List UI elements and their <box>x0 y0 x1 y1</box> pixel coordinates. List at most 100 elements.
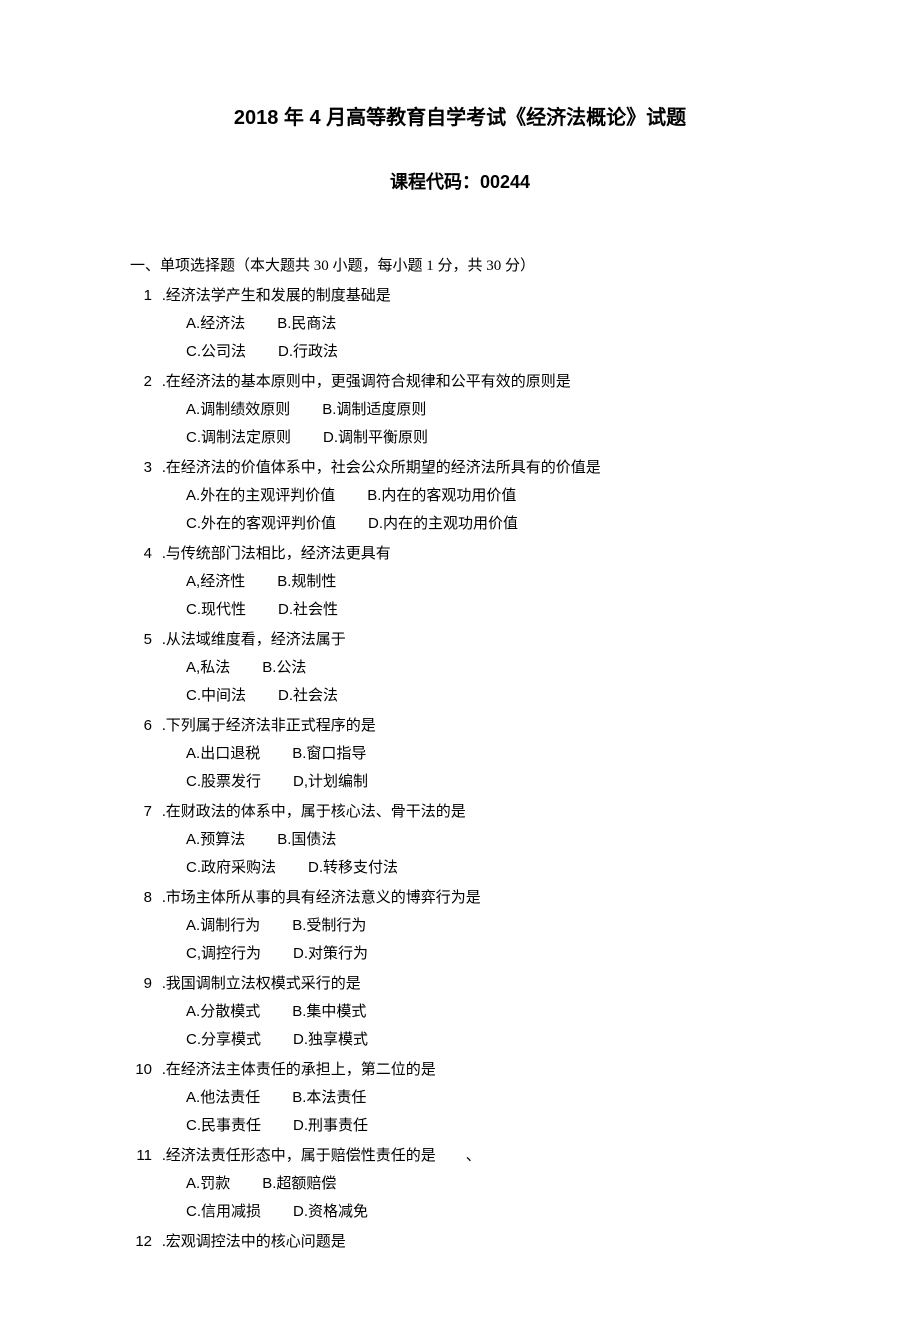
option-label: C. <box>186 687 201 704</box>
option: B.国债法 <box>277 826 336 854</box>
option: B.公法 <box>262 654 306 682</box>
option-label: C. <box>186 1031 201 1048</box>
option-row: C.调制法定原则D.调制平衡原则 <box>186 424 790 452</box>
option-row: A.他法责任B.本法责任 <box>186 1084 790 1112</box>
option-text: 本法责任 <box>306 1090 366 1106</box>
option: D.行政法 <box>278 338 338 366</box>
option-row: C,调控行为 D.对策行为 <box>186 940 790 968</box>
option-label: D. <box>278 343 293 360</box>
option: B.民商法 <box>277 310 336 338</box>
option-row: C.公司法D.行政法 <box>186 338 790 366</box>
question-line: 2.在经济法的基本原则中，更强调符合规律和公平有效的原则是 <box>130 368 790 396</box>
option-text: 计划编制 <box>308 774 368 790</box>
option: C.中间法 <box>186 682 246 710</box>
option-text: 分享模式 <box>201 1032 261 1048</box>
option: A.调制行为 <box>186 912 260 940</box>
question-line: 4.与传统部门法相比，经济法更具有 <box>130 540 790 568</box>
option-text: 政府采购法 <box>201 860 276 876</box>
option-label: D. <box>293 1117 308 1134</box>
question-7: 7.在财政法的体系中，属于核心法、骨干法的是A.预算法B.国债法C.政府采购法D… <box>130 798 790 882</box>
question-number: 9 <box>130 970 152 997</box>
option-label: D. <box>308 859 323 876</box>
option-text: 中间法 <box>201 688 246 704</box>
option: D.转移支付法 <box>308 854 398 882</box>
option-label: A. <box>186 745 200 762</box>
option-label: A. <box>186 487 200 504</box>
option: B.超额赔偿 <box>262 1170 336 1198</box>
question-stem: .我国调制立法权模式采行的是 <box>162 971 790 998</box>
option-row: A,私法B.公法 <box>186 654 790 682</box>
question-options: A.外在的主观评判价值B.内在的客观功用价值C.外在的客观评判价值D.内在的主观… <box>186 482 790 538</box>
question-options: A,经济性B.规制性C.现代性D.社会性 <box>186 568 790 624</box>
question-stem: .从法域维度看，经济法属于 <box>162 627 790 654</box>
option-row: C.分享模式 D.独享模式 <box>186 1026 790 1054</box>
section-1-heading: 一、单项选择题（本大题共 30 小题，每小题 1 分，共 30 分） <box>130 253 790 280</box>
option-label: D, <box>293 773 308 790</box>
question-8: 8.市场主体所从事的具有经济法意义的博弈行为是A.调制行为B.受制行为C,调控行… <box>130 884 790 968</box>
question-number: 4 <box>130 540 152 567</box>
option-text: 预算法 <box>200 832 245 848</box>
question-5: 5.从法域维度看，经济法属于A,私法B.公法C.中间法D.社会法 <box>130 626 790 710</box>
question-number: 5 <box>130 626 152 653</box>
option-text: 信用减损 <box>201 1204 261 1220</box>
option: A.调制绩效原则 <box>186 396 290 424</box>
question-line: 7.在财政法的体系中，属于核心法、骨干法的是 <box>130 798 790 826</box>
option-label: A. <box>186 401 200 418</box>
question-6: 6.下列属于经济法非正式程序的是A.出口退税B.窗口指导C.股票发行D,计划编制 <box>130 712 790 796</box>
option: B.窗口指导 <box>292 740 366 768</box>
option-text: 受制行为 <box>306 918 366 934</box>
option-row: C.政府采购法 D.转移支付法 <box>186 854 790 882</box>
question-options: A.罚款B.超额赔偿C.信用减损D.资格减免 <box>186 1170 790 1226</box>
option-row: C.民事责任D.刑事责任 <box>186 1112 790 1140</box>
option-text: 出口退税 <box>200 746 260 762</box>
option: B.规制性 <box>277 568 336 596</box>
question-1: 1.经济法学产生和发展的制度基础是A.经济法B.民商法C.公司法D.行政法 <box>130 282 790 366</box>
option-text: 内在的主观功用价值 <box>383 516 518 532</box>
question-line: 5 .从法域维度看，经济法属于 <box>130 626 790 654</box>
option-text: 窗口指导 <box>306 746 366 762</box>
question-line: 10.在经济法主体责任的承担上，第二位的是 <box>130 1056 790 1084</box>
option-text: 社会性 <box>293 602 338 618</box>
option-text: 社会法 <box>293 688 338 704</box>
course-code: 课程代码：00244 <box>130 166 790 198</box>
option-label: C. <box>186 1117 201 1134</box>
option: D.对策行为 <box>293 940 368 968</box>
question-stem: .下列属于经济法非正式程序的是 <box>162 713 790 740</box>
option: D.社会性 <box>278 596 338 624</box>
option-label: B. <box>277 573 291 590</box>
option-label: D. <box>293 1031 308 1048</box>
option-label: C. <box>186 515 201 532</box>
option-label: A. <box>186 1175 200 1192</box>
question-options: A.经济法B.民商法C.公司法D.行政法 <box>186 310 790 366</box>
option-label: C. <box>186 429 201 446</box>
question-options: A.出口退税B.窗口指导C.股票发行D,计划编制 <box>186 740 790 796</box>
question-number: 2 <box>130 368 152 395</box>
option-row: A.调制绩效原则B.调制适度原则 <box>186 396 790 424</box>
option: C.政府采购法 <box>186 854 276 882</box>
option: C,调控行为 <box>186 940 261 968</box>
option-text: 内在的客观功用价值 <box>381 488 516 504</box>
option: A,经济性 <box>186 568 245 596</box>
question-number: 12 <box>130 1228 152 1255</box>
option-text: 公司法 <box>201 344 246 360</box>
question-options: A.调制行为 B.受制行为 C,调控行为 D.对策行为 <box>186 912 790 968</box>
option: D.独享模式 <box>293 1026 368 1054</box>
question-number: 8 <box>130 884 152 911</box>
question-line: 6.下列属于经济法非正式程序的是 <box>130 712 790 740</box>
option-text: 外在的主观评判价值 <box>200 488 335 504</box>
question-stem: .经济法学产生和发展的制度基础是 <box>162 283 790 310</box>
option-text: 调制行为 <box>200 918 260 934</box>
option-label: D. <box>368 515 383 532</box>
option-text: 民事责任 <box>201 1118 261 1134</box>
option-row: A.罚款B.超额赔偿 <box>186 1170 790 1198</box>
option-text: 独享模式 <box>308 1032 368 1048</box>
option: B.内在的客观功用价值 <box>367 482 516 510</box>
question-options: A.分散模式B.集中模式C.分享模式D.独享模式 <box>186 998 790 1054</box>
questions-list: 1.经济法学产生和发展的制度基础是A.经济法B.民商法C.公司法D.行政法2.在… <box>130 282 790 1256</box>
option-row: A.预算法B.国债法 <box>186 826 790 854</box>
option-text: 调制绩效原则 <box>200 402 290 418</box>
option-text: 国债法 <box>291 832 336 848</box>
option-label: B. <box>292 917 306 934</box>
option-label: D. <box>323 429 338 446</box>
question-options: A.调制绩效原则B.调制适度原则C.调制法定原则D.调制平衡原则 <box>186 396 790 452</box>
